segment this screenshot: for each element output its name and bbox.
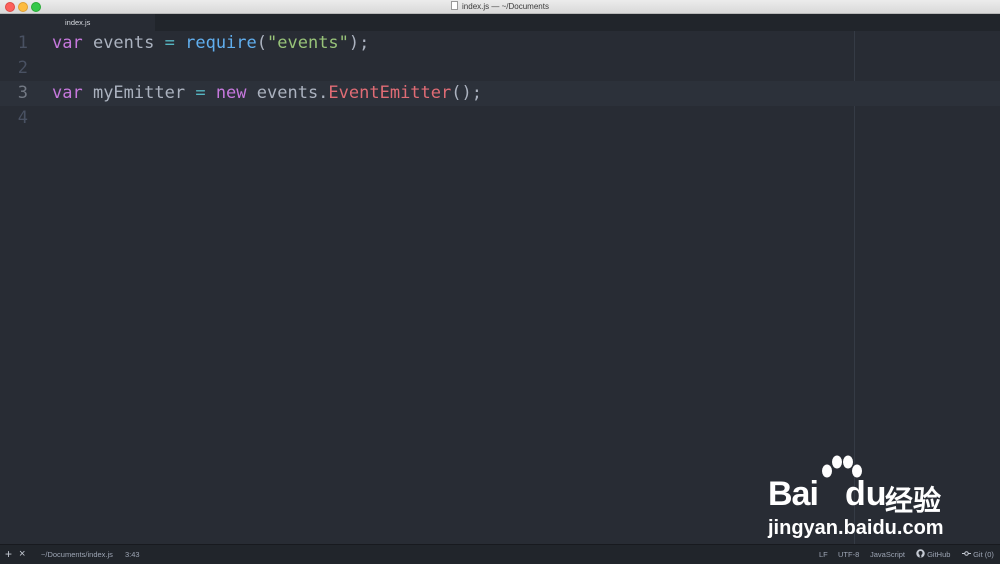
code-token: var [52,83,83,103]
watermark-url: jingyan.baidu.com [768,517,944,539]
window-title-text: index.js — ~/Documents [462,2,549,11]
line-number: 4 [17,108,28,128]
file-encoding[interactable]: UTF-8 [838,545,859,564]
code-token: = [195,83,206,103]
github-button[interactable]: GitHub [916,545,950,564]
file-icon [451,1,459,10]
tab-bar: index.js [0,14,1000,32]
code-token: (); [451,83,482,103]
grammar-selector[interactable]: JavaScript [870,545,905,564]
code-token: "events" [267,33,349,53]
watermark-brand-du: du [845,475,887,513]
github-icon [916,549,925,558]
code-line[interactable]: 3 var myEmitter = new events.EventEmitter… [0,81,1000,106]
watermark-brand-bai: Bai [768,475,819,513]
line-number: 3 [17,83,28,103]
code-token: myEmitter [82,83,196,103]
line-code: var myEmitter = new events.EventEmitter(… [52,81,482,106]
code-token: ( [256,33,268,53]
code-token: var [52,33,83,53]
status-bar: + × ~/Documents/index.js 3:43 LF UTF-8 J… [0,544,1000,564]
line-number: 2 [17,58,28,78]
git-button[interactable]: Git (0) [962,545,994,564]
code-token: = [164,33,175,53]
watermark-brand-cn: 经验 [885,484,942,517]
git-commit-icon [962,551,971,556]
title-bar: index.js — ~/Documents [0,0,1000,14]
close-pane-button[interactable]: × [19,545,25,564]
github-label: GitHub [927,550,951,559]
code-token: new [215,83,247,103]
baidu-watermark: Bai du 经验 jingyan.baidu.com [765,455,955,543]
git-label: Git (0) [973,550,994,559]
window-title: index.js — ~/Documents [0,1,1000,12]
code-token: EventEmitter [328,83,452,103]
add-pane-button[interactable]: + [5,545,12,564]
code-token: events [82,33,165,53]
code-line[interactable]: 4 [0,106,1000,131]
file-path[interactable]: ~/Documents/index.js [41,545,113,564]
code-token: ); [348,33,370,53]
code-line[interactable]: 2 [0,56,1000,81]
editor-window: index.js — ~/Documents index.js 1 var eve… [0,0,1000,564]
tab-index-js[interactable]: index.js [0,14,155,31]
line-number: 1 [17,33,28,53]
cursor-position[interactable]: 3:43 [125,545,140,564]
tab-label: index.js [65,18,91,27]
code-token: require [185,33,257,53]
code-line[interactable]: 1 var events = require("events"); [0,31,1000,56]
code-token: events. [246,83,329,103]
line-code: var events = require("events"); [52,31,369,56]
line-ending[interactable]: LF [819,545,828,564]
